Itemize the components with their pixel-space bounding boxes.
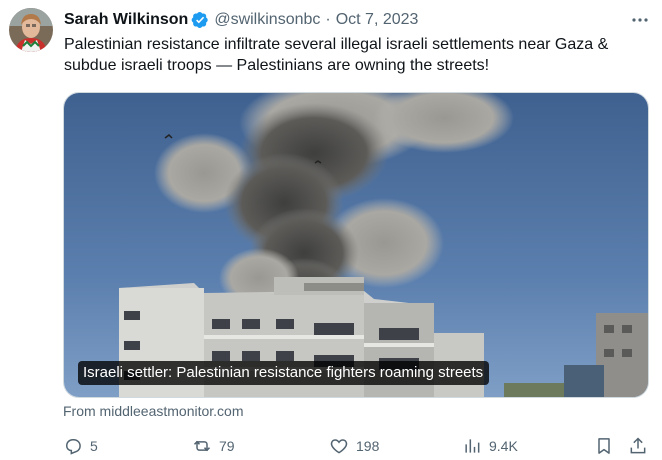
- bookmark-icon: [598, 438, 610, 454]
- reply-icon: [66, 439, 81, 455]
- views-icon: [465, 439, 480, 453]
- media-image: [64, 93, 648, 397]
- repost-count: 79: [219, 438, 235, 454]
- repost-button[interactable]: 79: [192, 433, 235, 459]
- media-caption: Israeli settler: Palestinian resistance …: [78, 361, 490, 385]
- author-handle[interactable]: @swilkinsonbc: [214, 11, 320, 29]
- reply-count: 5: [90, 438, 98, 454]
- more-icon[interactable]: [628, 10, 652, 30]
- verified-badge-icon[interactable]: [191, 11, 209, 29]
- tweet-timestamp[interactable]: Oct 7, 2023: [336, 11, 419, 29]
- share-button[interactable]: [628, 433, 648, 459]
- views-button[interactable]: 9.4K: [462, 433, 518, 459]
- reply-button[interactable]: 5: [63, 433, 98, 459]
- like-button[interactable]: 198: [329, 433, 379, 459]
- views-count: 9.4K: [489, 438, 518, 454]
- tweet-text: Palestinian resistance infiltrate severa…: [64, 36, 609, 74]
- action-bar: 5 79 198 9.4K: [0, 433, 662, 459]
- avatar[interactable]: [9, 8, 53, 52]
- author-name[interactable]: Sarah Wilkinson: [64, 11, 188, 29]
- bookmark-button[interactable]: [594, 433, 614, 459]
- tweet-header: Sarah Wilkinson @swilkinsonbc · Oct 7, 2…: [64, 9, 418, 31]
- heart-icon: [330, 439, 348, 454]
- link-source[interactable]: From middleeastmonitor.com: [63, 403, 244, 419]
- like-count: 198: [356, 438, 380, 454]
- header-separator: ·: [325, 11, 331, 28]
- share-icon: [630, 437, 646, 454]
- repost-icon: [193, 440, 211, 452]
- media-card[interactable]: Israeli settler: Palestinian resistance …: [63, 92, 649, 398]
